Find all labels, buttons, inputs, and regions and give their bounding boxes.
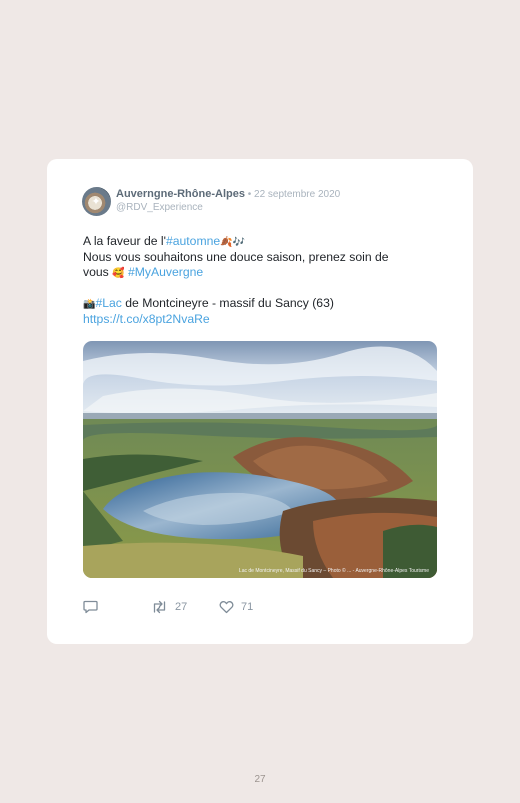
- text-segment: de Montcineyre - massif du Sancy (63): [121, 296, 334, 310]
- tweet-line-2: Nous vous souhaitons une douce saison, p…: [83, 250, 389, 264]
- page-number: 27: [254, 774, 266, 785]
- tweet-text: A la faveur de l'#automne🍂🎶 Nous vous so…: [83, 234, 433, 327]
- tweet-link[interactable]: https://t.co/x8pt2NvaRe: [83, 312, 210, 326]
- reply-button[interactable]: [83, 599, 98, 615]
- tweet-line-3: vous 🥰 #MyAuvergne: [83, 265, 433, 281]
- like-count: 71: [241, 601, 254, 613]
- hashtag-lac[interactable]: #Lac: [95, 296, 121, 310]
- camera-emoji: 📸: [83, 299, 96, 310]
- hashtag-myauvergne[interactable]: #MyAuvergne: [125, 265, 203, 279]
- tweet-date[interactable]: • 22 septembre 2020: [245, 189, 340, 200]
- leaf-music-emoji: 🍂🎶: [220, 237, 246, 248]
- like-button[interactable]: 71: [219, 599, 253, 615]
- photo-credit: Lac de Montcineyre, Massif du Sancy – Ph…: [238, 568, 429, 574]
- reply-icon: [83, 600, 98, 614]
- hashtag-automne[interactable]: #automne: [166, 234, 220, 248]
- tweet-photo[interactable]: Lac de Montcineyre, Massif du Sancy – Ph…: [83, 341, 437, 578]
- retweet-count: 27: [175, 601, 188, 613]
- author-handle[interactable]: @RDV_Experience: [116, 202, 203, 213]
- text-segment: A la faveur de l': [83, 234, 166, 248]
- tweet-actions: 27 71: [83, 599, 423, 615]
- heart-icon: [219, 601, 234, 614]
- text-segment: vous: [83, 265, 113, 279]
- author-line: Auverngne-Rhône-Alpes • 22 septembre 202…: [116, 188, 340, 200]
- lake-landscape-image: [83, 341, 437, 578]
- tweet-line-5: https://t.co/x8pt2NvaRe: [83, 312, 433, 327]
- smiling-face-emoji: 🥰: [112, 268, 125, 279]
- tweet-line-1: A la faveur de l'#automne🍂🎶: [83, 234, 433, 250]
- retweet-icon: [153, 600, 166, 614]
- tweet-card: ✦ Auverngne-Rhône-Alpes • 22 septembre 2…: [47, 159, 473, 644]
- avatar[interactable]: ✦: [82, 187, 111, 216]
- tweet-line-4: 📸#Lac de Montcineyre - massif du Sancy (…: [83, 296, 433, 312]
- author-name[interactable]: Auverngne-Rhône-Alpes: [116, 188, 245, 200]
- retweet-button[interactable]: 27: [151, 599, 187, 615]
